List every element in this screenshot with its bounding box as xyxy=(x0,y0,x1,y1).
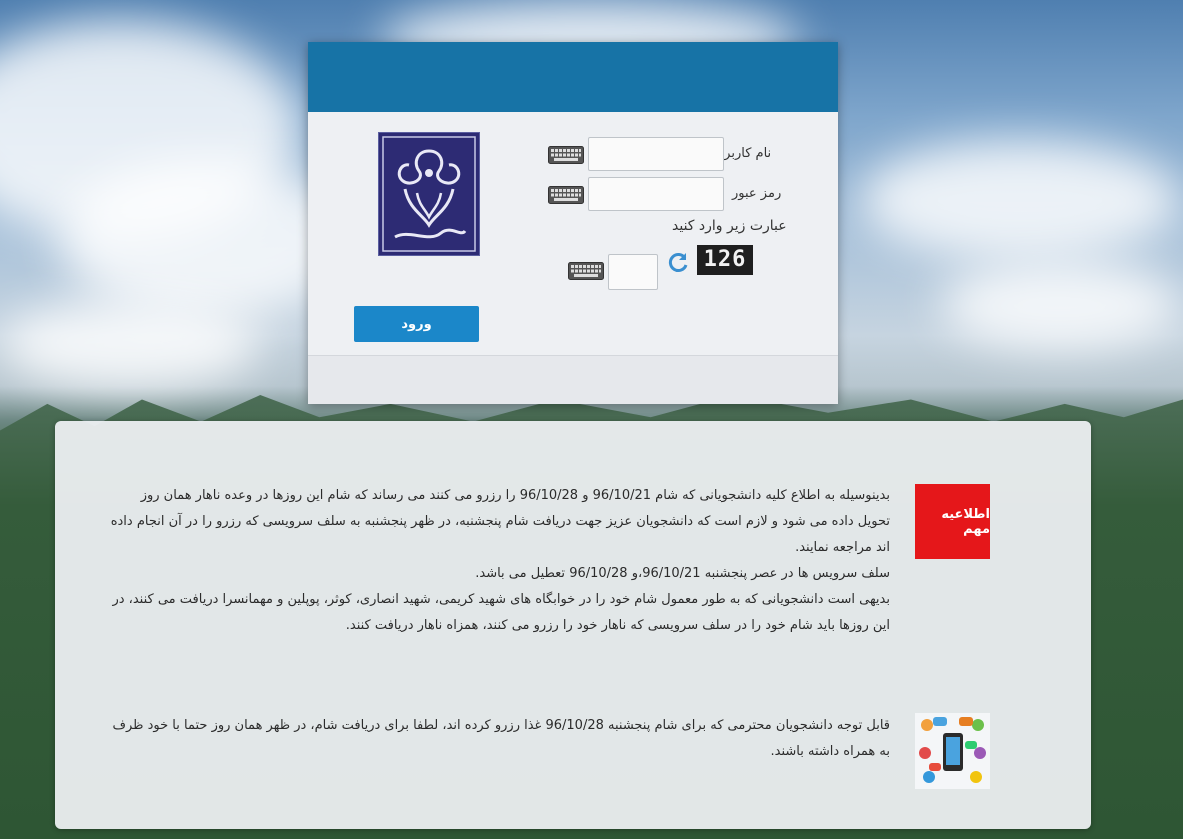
username-input[interactable] xyxy=(588,137,724,171)
university-logo xyxy=(378,132,480,256)
refresh-icon[interactable] xyxy=(666,251,690,275)
password-input[interactable] xyxy=(588,177,724,211)
announcement-line: سلف سرویس ها در عصر پنجشنبه 96/10/21،و 9… xyxy=(475,566,890,581)
captcha-image: 126 xyxy=(697,245,753,275)
social-network-icon xyxy=(915,713,990,789)
keyboard-icon[interactable] xyxy=(548,186,584,204)
captcha-prompt: عبارت زیر وارد کنید xyxy=(672,218,787,234)
important-notice-badge: اطلاعیه مهم xyxy=(915,484,990,559)
login-header xyxy=(308,42,838,112)
login-button[interactable]: ورود xyxy=(354,306,479,342)
login-panel: نام کاربری رمز عبور عبارت زیر وارد کنید … xyxy=(308,42,838,404)
announcement-text: بدینوسیله به اطلاع کلیه دانشجویانی که شا… xyxy=(110,483,890,639)
captcha-input[interactable] xyxy=(608,254,658,290)
notice-panel: اطلاعیه مهم بدینوسیله به اطلاع کلیه دانش… xyxy=(55,421,1091,829)
keyboard-icon[interactable] xyxy=(548,146,584,164)
announcement-line: بدیهی است دانشجویانی که به طور معمول شام… xyxy=(112,592,890,633)
login-footer xyxy=(308,355,838,404)
announcement-line: بدینوسیله به اطلاع کلیه دانشجویانی که شا… xyxy=(110,488,890,555)
second-notice-text: قابل توجه دانشجویان محترمی که برای شام پ… xyxy=(112,718,891,759)
keyboard-icon[interactable] xyxy=(568,262,604,280)
password-label: رمز عبور xyxy=(732,186,782,201)
